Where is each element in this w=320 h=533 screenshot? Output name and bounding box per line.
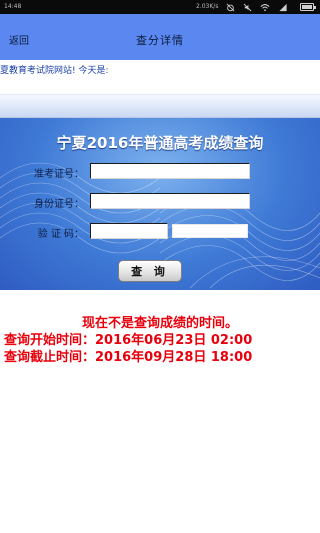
query-end-time: 查询截止时间：2016年09月28日 18:00 [4, 350, 253, 365]
query-button[interactable]: 查 询 [118, 260, 182, 282]
captcha-image[interactable] [172, 224, 248, 238]
captcha-row: 验 证 码： [0, 223, 320, 241]
marquee-text: 夏教育考试院网站! 今天是: [0, 60, 320, 82]
id-card-label: 身份证号： [34, 199, 84, 210]
banner-band [0, 86, 320, 118]
signal-icon [279, 3, 287, 11]
id-card-row: 身份证号： [0, 193, 320, 211]
mute-icon [243, 3, 252, 11]
title-bar: 返回 查分详情 [0, 14, 320, 60]
query-title: 宁夏2016年普通高考成绩查询 [56, 134, 264, 152]
banner-strip [0, 94, 320, 118]
id-card-input[interactable] [90, 193, 250, 209]
alarm-off-icon [226, 3, 235, 11]
exam-id-label: 准考证号： [34, 169, 84, 180]
query-panel: 宁夏2016年普通高考成绩查询 准考证号： 身份证号： 验 证 码： 查 询 [0, 118, 320, 290]
exam-id-input[interactable] [90, 163, 250, 179]
battery-icon [300, 3, 316, 11]
exam-id-row: 准考证号： [0, 163, 320, 181]
captcha-input[interactable] [90, 223, 168, 239]
page-title: 查分详情 [136, 34, 184, 47]
captcha-label: 验 证 码： [37, 229, 84, 240]
battery-level [302, 5, 312, 9]
status-icons [226, 1, 288, 13]
network-speed: 2.03K/s [196, 3, 219, 10]
status-time: 14:48 [4, 3, 22, 10]
wifi-icon [260, 3, 270, 11]
status-bar: 14:48 2.03K/s [0, 0, 320, 14]
